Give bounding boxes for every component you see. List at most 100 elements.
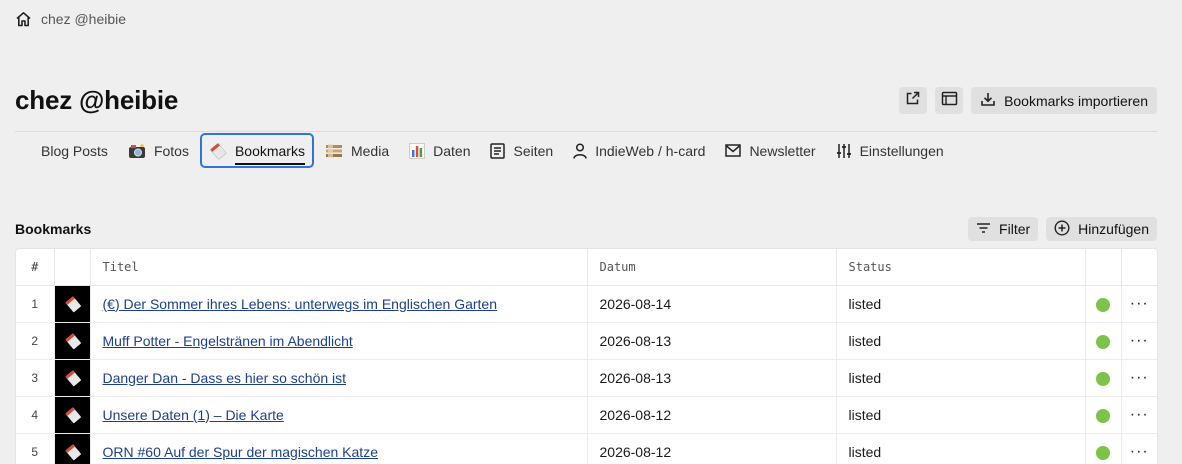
row-date: 2026-08-12 (587, 396, 837, 434)
tab-label: Fotos (153, 142, 189, 159)
row-status: listed (836, 322, 1086, 360)
row-status-indicator (1085, 433, 1122, 464)
row-title-link[interactable]: Danger Dan - Dass es hier so schön ist (103, 370, 347, 386)
bookmark-thumbnail-icon (54, 359, 89, 395)
import-bookmarks-label: Bookmarks importieren (1004, 92, 1148, 109)
tab-bookmarks[interactable]: Bookmarks (199, 133, 314, 168)
row-options-button[interactable]: ··· (1121, 433, 1157, 464)
row-title-link[interactable]: Unsere Daten (1) – Die Karte (103, 407, 284, 423)
more-icon: ··· (1129, 294, 1149, 312)
tab-einstellungen[interactable]: Einstellungen (827, 133, 953, 168)
row-number: 2 (16, 322, 55, 360)
column-header-options (1121, 249, 1157, 286)
table-row[interactable]: 4 Unsere Daten (1) – Die Karte 2026-08-12 l… (16, 396, 1157, 434)
window-icon (941, 91, 958, 111)
tab-label: Media (350, 142, 390, 159)
row-options-button[interactable]: ··· (1121, 396, 1157, 434)
row-thumbnail (54, 322, 91, 360)
table-header-row: # Titel Datum Status (16, 249, 1157, 286)
add-label: Hinzufügen (1078, 221, 1149, 237)
breadcrumb[interactable]: chez @heibie (15, 11, 126, 27)
bookmarks-table: # Titel Datum Status 1 (€) Der Sommer ihr… (15, 248, 1158, 464)
status-dot-icon (1096, 334, 1110, 349)
page-title: chez @heibie (15, 85, 179, 115)
filter-label: Filter (999, 221, 1031, 237)
column-header-number[interactable]: # (16, 249, 55, 286)
tab-label: Seiten (513, 142, 554, 159)
table-row[interactable]: 2 Muff Potter - Engelstränen im Abendlich… (16, 322, 1157, 360)
row-options-button[interactable]: ··· (1121, 359, 1157, 397)
import-bookmarks-button[interactable]: Bookmarks importieren (971, 87, 1157, 114)
table-row[interactable]: 3 Danger Dan - Dass es hier so schön ist 2… (16, 359, 1157, 397)
status-dot-icon (1096, 371, 1110, 386)
column-header-datum[interactable]: Datum (587, 249, 837, 286)
home-icon (15, 11, 32, 27)
bookmark-thumbnail-icon (54, 322, 89, 358)
open-site-button[interactable] (899, 87, 928, 114)
tab-label: Blog Posts (41, 142, 108, 159)
row-date: 2026-08-12 (587, 433, 837, 464)
external-link-icon (905, 90, 921, 111)
column-header-thumb (54, 249, 91, 286)
chart-icon (409, 142, 426, 159)
row-date: 2026-08-14 (587, 285, 837, 323)
sliders-icon (836, 143, 852, 159)
row-status-indicator (1085, 322, 1122, 360)
row-status-indicator (1085, 396, 1122, 434)
status-dot-icon (1096, 297, 1110, 312)
row-options-button[interactable]: ··· (1121, 285, 1157, 323)
row-title-link[interactable]: (€) Der Sommer ihres Lebens: unterwegs i… (103, 296, 498, 312)
row-number: 5 (16, 433, 55, 464)
row-title-cell: Unsere Daten (1) – Die Karte (90, 396, 588, 434)
row-options-button[interactable]: ··· (1121, 322, 1157, 360)
more-icon: ··· (1129, 368, 1149, 386)
tab-label: Daten (433, 142, 471, 159)
row-title-link[interactable]: Muff Potter - Engelstränen im Abendlicht (103, 333, 353, 349)
column-header-status[interactable]: Status (836, 249, 1086, 286)
section-actions: Filter Hinzufügen (968, 217, 1157, 241)
row-status: listed (836, 285, 1086, 323)
mail-icon (725, 144, 742, 157)
bookmark-icon (209, 142, 227, 160)
column-header-titel[interactable]: Titel (90, 249, 588, 286)
row-thumbnail (54, 285, 91, 323)
user-icon (573, 142, 587, 159)
row-date: 2026-08-13 (587, 359, 837, 397)
bookmark-thumbnail-icon (54, 433, 89, 464)
page-icon (490, 142, 506, 159)
row-date: 2026-08-13 (587, 322, 837, 360)
row-status-indicator (1085, 285, 1122, 323)
filter-button[interactable]: Filter (968, 217, 1039, 241)
tab-label: Einstellungen (859, 142, 944, 159)
preview-button[interactable] (935, 87, 964, 114)
tab-seiten[interactable]: Seiten (481, 133, 562, 168)
breadcrumb-label[interactable]: chez @heibie (41, 11, 126, 27)
row-title-cell: (€) Der Sommer ihres Lebens: unterwegs i… (90, 285, 588, 323)
download-icon (980, 91, 996, 110)
media-icon (325, 143, 343, 159)
add-button[interactable]: Hinzufügen (1046, 217, 1157, 241)
tab-indieweb[interactable]: IndieWeb / h-card (564, 133, 714, 168)
tab-daten[interactable]: Daten (400, 133, 479, 168)
row-thumbnail (54, 359, 91, 397)
tab-label: Newsletter (749, 142, 816, 159)
table-row[interactable]: 5 ORN #60 Auf der Spur der magischen Katz… (16, 433, 1157, 464)
row-status: listed (836, 396, 1086, 434)
section-title: Bookmarks (15, 221, 92, 237)
row-title-link[interactable]: ORN #60 Auf der Spur der magischen Katze (103, 444, 378, 460)
row-title-cell: Muff Potter - Engelstränen im Abendlicht (90, 322, 588, 360)
tab-label: Bookmarks (234, 143, 305, 165)
more-icon: ··· (1129, 405, 1149, 423)
row-title-cell: Danger Dan - Dass es hier so schön ist (90, 359, 588, 397)
table-row[interactable]: 1 (€) Der Sommer ihres Lebens: unterwegs … (16, 285, 1157, 323)
tab-fotos[interactable]: Fotos (119, 133, 198, 168)
tab-media[interactable]: Media (316, 133, 398, 168)
add-circle-icon (1054, 219, 1070, 239)
row-number: 4 (16, 396, 55, 434)
bookmark-thumbnail-icon (54, 396, 89, 432)
tab-newsletter[interactable]: Newsletter (716, 133, 824, 168)
tab-bar: Blog Posts Fotos Bookmarks Media Daten S… (32, 133, 955, 168)
tab-blog-posts[interactable]: Blog Posts (32, 133, 117, 168)
more-icon: ··· (1129, 331, 1149, 349)
row-number: 1 (16, 285, 55, 323)
